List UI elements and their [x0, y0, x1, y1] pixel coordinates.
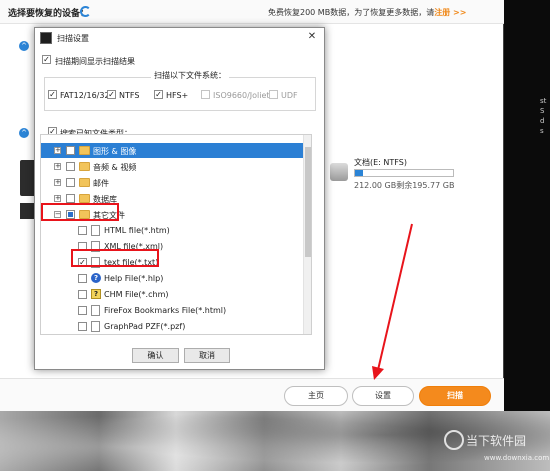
tree-checkbox[interactable] — [66, 194, 75, 203]
folder-icon — [79, 194, 90, 203]
collapse-section-icon[interactable]: ^ — [19, 128, 29, 138]
scrollbar-thumb[interactable] — [305, 147, 311, 257]
expand-icon[interactable]: + — [54, 163, 61, 170]
folder-icon — [79, 146, 90, 155]
tree-checkbox[interactable] — [78, 290, 87, 299]
fs-label-hfs: HFS+ — [166, 91, 189, 100]
drive-name[interactable]: 文档(E: NTFS) — [354, 157, 407, 168]
expand-icon[interactable]: + — [54, 195, 61, 202]
tree-item-hlp[interactable]: ? Help File(*.hlp) — [41, 271, 303, 286]
tree-label: 音频 & 视频 — [93, 163, 137, 172]
dialog-title: 扫描设置 — [57, 34, 89, 43]
device-select-title: 选择要恢复的设备： — [8, 9, 90, 19]
fs-label-udf: UDF — [281, 91, 298, 100]
tree-label: Help File(*.hlp) — [104, 274, 164, 283]
file-icon — [91, 305, 100, 316]
drive-usage-fill — [355, 170, 363, 176]
refresh-icon[interactable] — [80, 6, 91, 17]
show-results-checkbox[interactable]: ✓ — [42, 55, 51, 64]
hard-drive-icon[interactable] — [330, 163, 348, 181]
show-results-label: 扫描期间显示扫描结果 — [55, 57, 135, 66]
folder-icon — [79, 178, 90, 187]
app-footer: 主页 设置 扫描 — [0, 378, 504, 411]
tree-checkbox[interactable] — [78, 306, 87, 315]
free-quota-label: 免费恢复200 MB数据，为了恢复更多数据，请 — [268, 8, 435, 17]
filesystem-group-title: 扫描以下文件系统： — [151, 70, 229, 81]
tree-checkbox[interactable] — [66, 162, 75, 171]
watermark: 当下软件园 www.downxia.com — [444, 430, 549, 466]
dialog-titlebar: 扫描设置 ✕ — [35, 28, 324, 48]
scan-settings-dialog: 扫描设置 ✕ ✓ 扫描期间显示扫描结果 扫描以下文件系统： ✓ FAT12/16… — [34, 27, 325, 370]
annotation-box-other-files — [41, 203, 119, 221]
app-header: 选择要恢复的设备： 免费恢复200 MB数据，为了恢复更多数据，请注册 >> — [0, 0, 504, 24]
expand-icon[interactable]: + — [54, 147, 61, 154]
tree-label: GraphPad PZF(*.pzf) — [104, 322, 186, 331]
tree-scrollbar[interactable] — [303, 135, 311, 334]
file-icon — [91, 321, 100, 332]
folder-icon — [79, 162, 90, 171]
drive-space-text: 212.00 GB剩余195.77 GB — [354, 181, 455, 190]
watermark-name: 当下软件园 — [466, 434, 527, 448]
watermark-logo-icon — [444, 430, 464, 450]
free-quota-text: 免费恢复200 MB数据，为了恢复更多数据，请注册 >> — [268, 7, 466, 18]
help-icon: ? — [91, 273, 101, 283]
tree-checkbox[interactable] — [78, 322, 87, 331]
scan-button[interactable]: 扫描 — [419, 386, 491, 406]
fs-checkbox-iso[interactable] — [201, 90, 210, 99]
fs-label-iso: ISO9660/Joliet — [213, 91, 270, 100]
fs-label-fat: FAT12/16/32 — [60, 91, 110, 100]
file-type-tree[interactable]: + 图形 & 图像 + 音频 & 视频 + 邮件 + 数据库 − 其它文件 HT… — [40, 134, 312, 335]
chm-icon: ? — [91, 289, 101, 299]
tree-item-pzf[interactable]: GraphPad PZF(*.pzf) — [41, 319, 303, 334]
tree-item-email[interactable]: + 邮件 — [41, 175, 303, 190]
home-button[interactable]: 主页 — [284, 386, 348, 406]
device-drive-icon — [20, 203, 34, 219]
side-hint-text: st S d s — [540, 97, 547, 135]
drive-usage-bar — [354, 169, 454, 177]
fs-checkbox-hfs[interactable]: ✓ — [154, 90, 163, 99]
tree-checkbox[interactable] — [66, 146, 75, 155]
tree-label: HTML file(*.htm) — [104, 226, 170, 235]
fs-checkbox-udf[interactable] — [269, 90, 278, 99]
close-icon[interactable]: ✕ — [306, 31, 318, 43]
settings-button[interactable]: 设置 — [352, 386, 414, 406]
fs-label-ntfs: NTFS — [119, 91, 140, 100]
tree-label: 邮件 — [93, 179, 109, 188]
tree-checkbox[interactable] — [78, 226, 87, 235]
watermark-url: www.downxia.com — [484, 454, 550, 462]
app-icon — [40, 32, 52, 44]
ok-button[interactable]: 确认 — [132, 348, 179, 363]
annotation-box-txt — [71, 249, 159, 267]
tree-item-firefox-bookmarks[interactable]: FireFox Bookmarks File(*.html) — [41, 303, 303, 318]
tree-item-html[interactable]: HTML file(*.htm) — [41, 223, 303, 238]
tree-item-chm[interactable]: ? CHM File(*.chm) — [41, 287, 303, 302]
tree-label: CHM File(*.chm) — [104, 290, 169, 299]
expand-icon[interactable]: + — [54, 179, 61, 186]
tree-label: FireFox Bookmarks File(*.html) — [104, 306, 227, 315]
cancel-button[interactable]: 取消 — [184, 348, 230, 363]
register-link[interactable]: 注册 >> — [434, 8, 466, 17]
file-icon — [91, 225, 100, 236]
tree-item-audio-video[interactable]: + 音频 & 视频 — [41, 159, 303, 174]
collapse-section-icon[interactable]: ^ — [19, 41, 29, 51]
annotation-arrow — [372, 223, 413, 380]
tree-checkbox[interactable] — [66, 178, 75, 187]
fs-checkbox-ntfs[interactable]: ✓ — [107, 90, 116, 99]
tree-checkbox[interactable] — [78, 274, 87, 283]
tree-label: 图形 & 图像 — [93, 147, 137, 156]
tree-item-graphics[interactable]: + 图形 & 图像 — [41, 143, 303, 158]
fs-checkbox-fat[interactable]: ✓ — [48, 90, 57, 99]
